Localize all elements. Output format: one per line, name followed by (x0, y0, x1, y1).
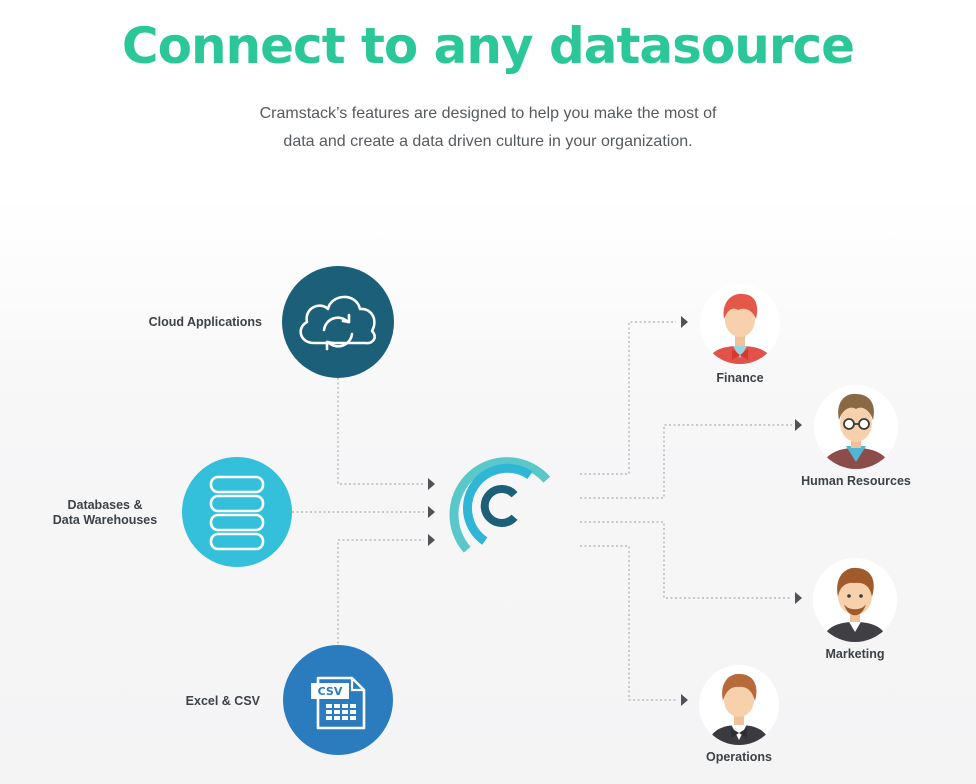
data-flow-diagram: CSV (182, 266, 898, 755)
label-databases: Databases & Data Warehouses (40, 498, 170, 528)
label-finance: Finance (716, 371, 764, 385)
label-human-resources: Human Resources (801, 474, 911, 488)
source-cloud-applications (282, 266, 394, 378)
arrow-to-marketing (795, 592, 802, 604)
logo-inner-c (480, 485, 518, 527)
connector-cloud-to-hub (337, 378, 424, 485)
label-marketing: Marketing (825, 647, 885, 661)
destination-human-resources (814, 385, 898, 469)
logo-middle-arc (463, 463, 533, 545)
connector-hub-to-hr (580, 424, 792, 499)
cramstack-logo-icon (449, 457, 551, 553)
arrow-database-to-hub (428, 506, 435, 518)
arrow-to-finance (681, 316, 688, 328)
connector-csv-to-hub (337, 539, 424, 648)
label-excel-csv: Excel & CSV (185, 694, 260, 708)
destination-operations (699, 665, 779, 745)
source-excel-csv: CSV (283, 645, 393, 755)
arrow-cloud-to-hub (428, 478, 435, 490)
destination-marketing (813, 558, 897, 642)
label-databases-line-2: Data Warehouses (52, 513, 158, 527)
cramstack-hub (449, 457, 551, 553)
connector-hub-to-operations (580, 545, 676, 701)
arrow-to-operations (681, 694, 688, 706)
arrow-csv-to-hub (428, 534, 435, 546)
source-databases (182, 457, 292, 567)
destination-finance (700, 284, 780, 364)
connector-hub-to-marketing (580, 521, 792, 599)
label-databases-line-1: Databases & (67, 498, 143, 512)
cloud-circle (282, 266, 394, 378)
svg-text:CSV: CSV (318, 685, 343, 698)
csv-circle (283, 645, 393, 755)
label-operations: Operations (706, 750, 772, 764)
connector-hub-to-finance (580, 321, 676, 475)
label-cloud-applications: Cloud Applications (148, 315, 262, 329)
arrow-to-hr (795, 419, 802, 431)
